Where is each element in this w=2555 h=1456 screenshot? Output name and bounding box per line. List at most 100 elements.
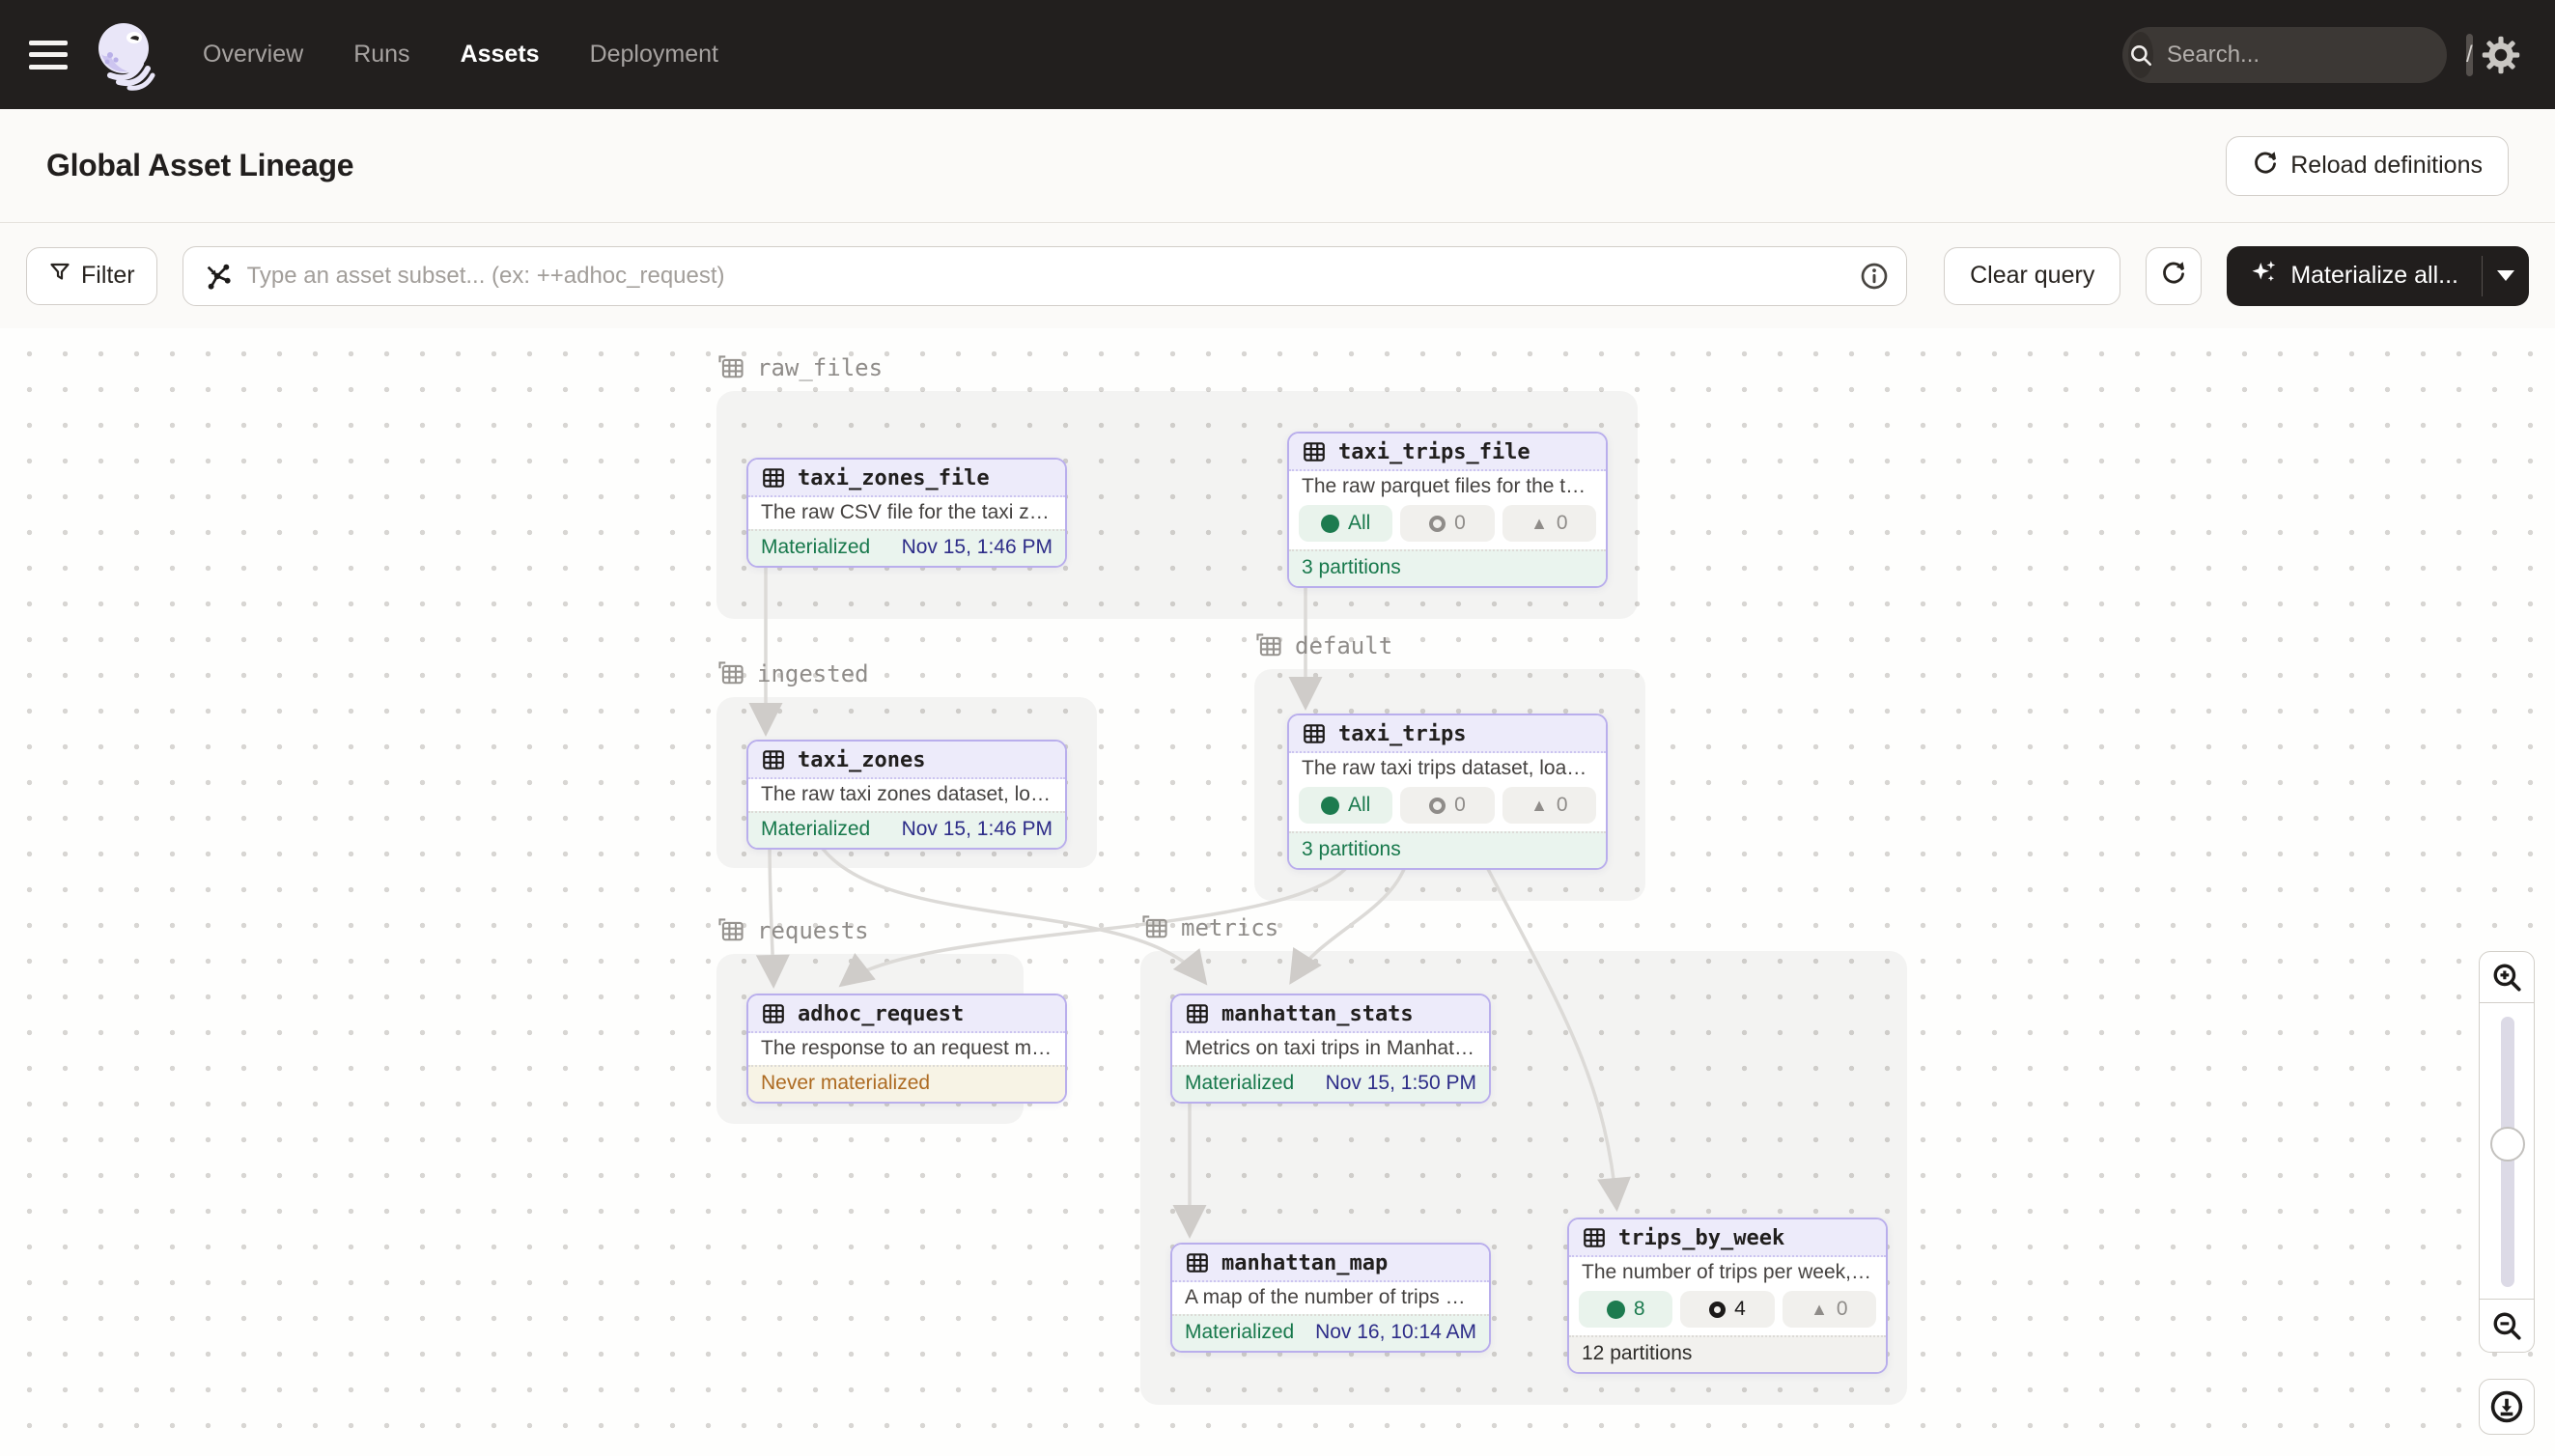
- nav-runs[interactable]: Runs: [353, 41, 409, 69]
- asset-description: The raw parquet files for the taxi trips…: [1289, 471, 1606, 503]
- asset-node-adhoc-request[interactable]: adhoc_request The response to an request…: [746, 994, 1067, 1104]
- status-badge: Never materialized: [761, 1072, 930, 1095]
- lineage-toolbar: Filter Clear query: [0, 223, 2555, 328]
- asset-description: A map of the number of trips per taxi z.…: [1172, 1282, 1489, 1314]
- asset-group-icon: [1140, 913, 1169, 942]
- status-timestamp: Nov 15, 1:46 PM: [902, 818, 1053, 841]
- asset-node-trips-by-week[interactable]: trips_by_week The number of trips per we…: [1567, 1218, 1888, 1374]
- group-name: ingested: [757, 660, 869, 687]
- nav-deployment[interactable]: Deployment: [590, 41, 718, 69]
- group-name: default: [1295, 632, 1392, 659]
- status-badge: Materialized: [761, 536, 870, 559]
- partitions-success-pill: 8: [1579, 1291, 1672, 1328]
- group-label-ingested[interactable]: ingested: [716, 659, 869, 688]
- table-icon: [761, 747, 786, 772]
- asset-description: The raw taxi zones dataset, loaded int..…: [748, 779, 1065, 811]
- zoom-out-icon: [2490, 1309, 2523, 1342]
- success-dot-icon: [1321, 515, 1339, 533]
- search-input[interactable]: [2153, 42, 2466, 69]
- partitions-missing-pill: 0: [1400, 787, 1494, 824]
- partitions-count: 3 partitions: [1302, 838, 1401, 861]
- partitions-failed-pill: ▲0: [1502, 505, 1596, 542]
- gear-icon[interactable]: [2476, 30, 2526, 80]
- search-shortcut-badge: /: [2466, 34, 2473, 76]
- table-icon: [1302, 721, 1327, 746]
- page-header: Global Asset Lineage Reload definitions: [0, 109, 2555, 223]
- reload-definitions-button[interactable]: Reload definitions: [2226, 136, 2509, 196]
- table-icon: [1302, 439, 1327, 464]
- lineage-canvas[interactable]: raw_files ingested default requests metr…: [0, 328, 2555, 1456]
- clear-query-label: Clear query: [1970, 262, 2094, 290]
- filter-label: Filter: [81, 262, 135, 290]
- asset-group-icon: [1254, 631, 1283, 660]
- global-search[interactable]: /: [2122, 27, 2447, 83]
- materialize-dropdown-caret[interactable]: [2483, 246, 2529, 306]
- asset-name: taxi_trips: [1338, 722, 1466, 746]
- nav-links: Overview Runs Assets Deployment: [203, 41, 718, 69]
- refresh-icon: [2252, 149, 2279, 182]
- asset-group-icon: [716, 916, 745, 945]
- asset-node-manhattan-map[interactable]: manhattan_map A map of the number of tri…: [1170, 1243, 1491, 1353]
- asset-node-taxi-zones[interactable]: taxi_zones The raw taxi zones dataset, l…: [746, 740, 1067, 850]
- table-icon: [1185, 1001, 1210, 1026]
- zoom-in-icon: [2490, 961, 2523, 994]
- caret-down-icon: [2497, 270, 2514, 281]
- partitions-failed-pill: ▲0: [1783, 1291, 1876, 1328]
- zoom-slider-thumb[interactable]: [2490, 1127, 2525, 1162]
- group-name: requests: [757, 917, 869, 944]
- group-label-default[interactable]: default: [1254, 631, 1392, 660]
- asset-name: taxi_zones: [798, 748, 925, 772]
- asset-description: The raw CSV file for the taxi zones dat.…: [748, 497, 1065, 529]
- nav-overview[interactable]: Overview: [203, 41, 303, 69]
- asset-group-icon: [716, 659, 745, 688]
- group-name: raw_files: [757, 354, 883, 381]
- zoom-out-button[interactable]: [2479, 1299, 2535, 1353]
- materialize-all-button[interactable]: Materialize all...: [2227, 246, 2529, 306]
- partitions-success-pill: All: [1299, 787, 1392, 824]
- table-icon: [1582, 1225, 1607, 1250]
- partitions-count: 3 partitions: [1302, 556, 1401, 579]
- info-icon[interactable]: [1859, 261, 1890, 296]
- partitions-missing-pill: 0: [1400, 505, 1494, 542]
- refresh-graph-button[interactable]: [2146, 247, 2202, 305]
- asset-name: taxi_zones_file: [798, 466, 990, 490]
- group-label-raw-files[interactable]: raw_files: [716, 353, 883, 382]
- asset-description: The number of trips per week, aggreg...: [1569, 1257, 1886, 1289]
- nav-assets[interactable]: Assets: [461, 41, 540, 69]
- group-name: metrics: [1181, 914, 1278, 941]
- group-label-metrics[interactable]: metrics: [1140, 913, 1278, 942]
- partitions-success-pill: All: [1299, 505, 1392, 542]
- zoom-in-button[interactable]: [2479, 951, 2535, 1003]
- search-icon: [2128, 32, 2153, 78]
- asset-name: manhattan_stats: [1221, 1002, 1414, 1026]
- group-label-requests[interactable]: requests: [716, 916, 869, 945]
- asset-name: taxi_trips_file: [1338, 440, 1530, 464]
- success-dot-icon: [1607, 1301, 1625, 1319]
- failed-triangle-icon: ▲: [1811, 1301, 1828, 1318]
- zoom-slider[interactable]: [2479, 1002, 2535, 1300]
- status-timestamp: Nov 15, 1:50 PM: [1326, 1072, 1476, 1095]
- hamburger-icon[interactable]: [29, 41, 68, 70]
- asset-node-taxi-trips[interactable]: taxi_trips The raw taxi trips dataset, l…: [1287, 714, 1608, 870]
- asset-node-taxi-trips-file[interactable]: taxi_trips_file The raw parquet files fo…: [1287, 432, 1608, 588]
- sparkle-icon: [2250, 258, 2279, 294]
- download-button[interactable]: [2479, 1379, 2535, 1435]
- refresh-icon: [2160, 259, 2187, 293]
- asset-group-icon: [716, 353, 745, 382]
- top-nav: Overview Runs Assets Deployment /: [0, 0, 2555, 109]
- materialize-all-label: Materialize all...: [2290, 262, 2458, 290]
- asset-description: The response to an request made in th...: [748, 1033, 1065, 1065]
- partitions-missing-pill: 4: [1680, 1291, 1774, 1328]
- dagster-logo[interactable]: [93, 19, 160, 91]
- asset-node-taxi-zones-file[interactable]: taxi_zones_file The raw CSV file for the…: [746, 458, 1067, 568]
- asset-name: trips_by_week: [1618, 1226, 1784, 1250]
- failed-triangle-icon: ▲: [1530, 797, 1548, 814]
- asset-node-manhattan-stats[interactable]: manhattan_stats Metrics on taxi trips in…: [1170, 994, 1491, 1104]
- asset-query-input[interactable]: [182, 246, 1908, 306]
- status-badge: Materialized: [1185, 1072, 1294, 1095]
- asset-name: manhattan_map: [1221, 1251, 1388, 1275]
- asset-description: Metrics on taxi trips in Manhattan: [1172, 1033, 1489, 1065]
- table-icon: [1185, 1250, 1210, 1275]
- clear-query-button[interactable]: Clear query: [1944, 247, 2120, 305]
- filter-button[interactable]: Filter: [26, 247, 157, 305]
